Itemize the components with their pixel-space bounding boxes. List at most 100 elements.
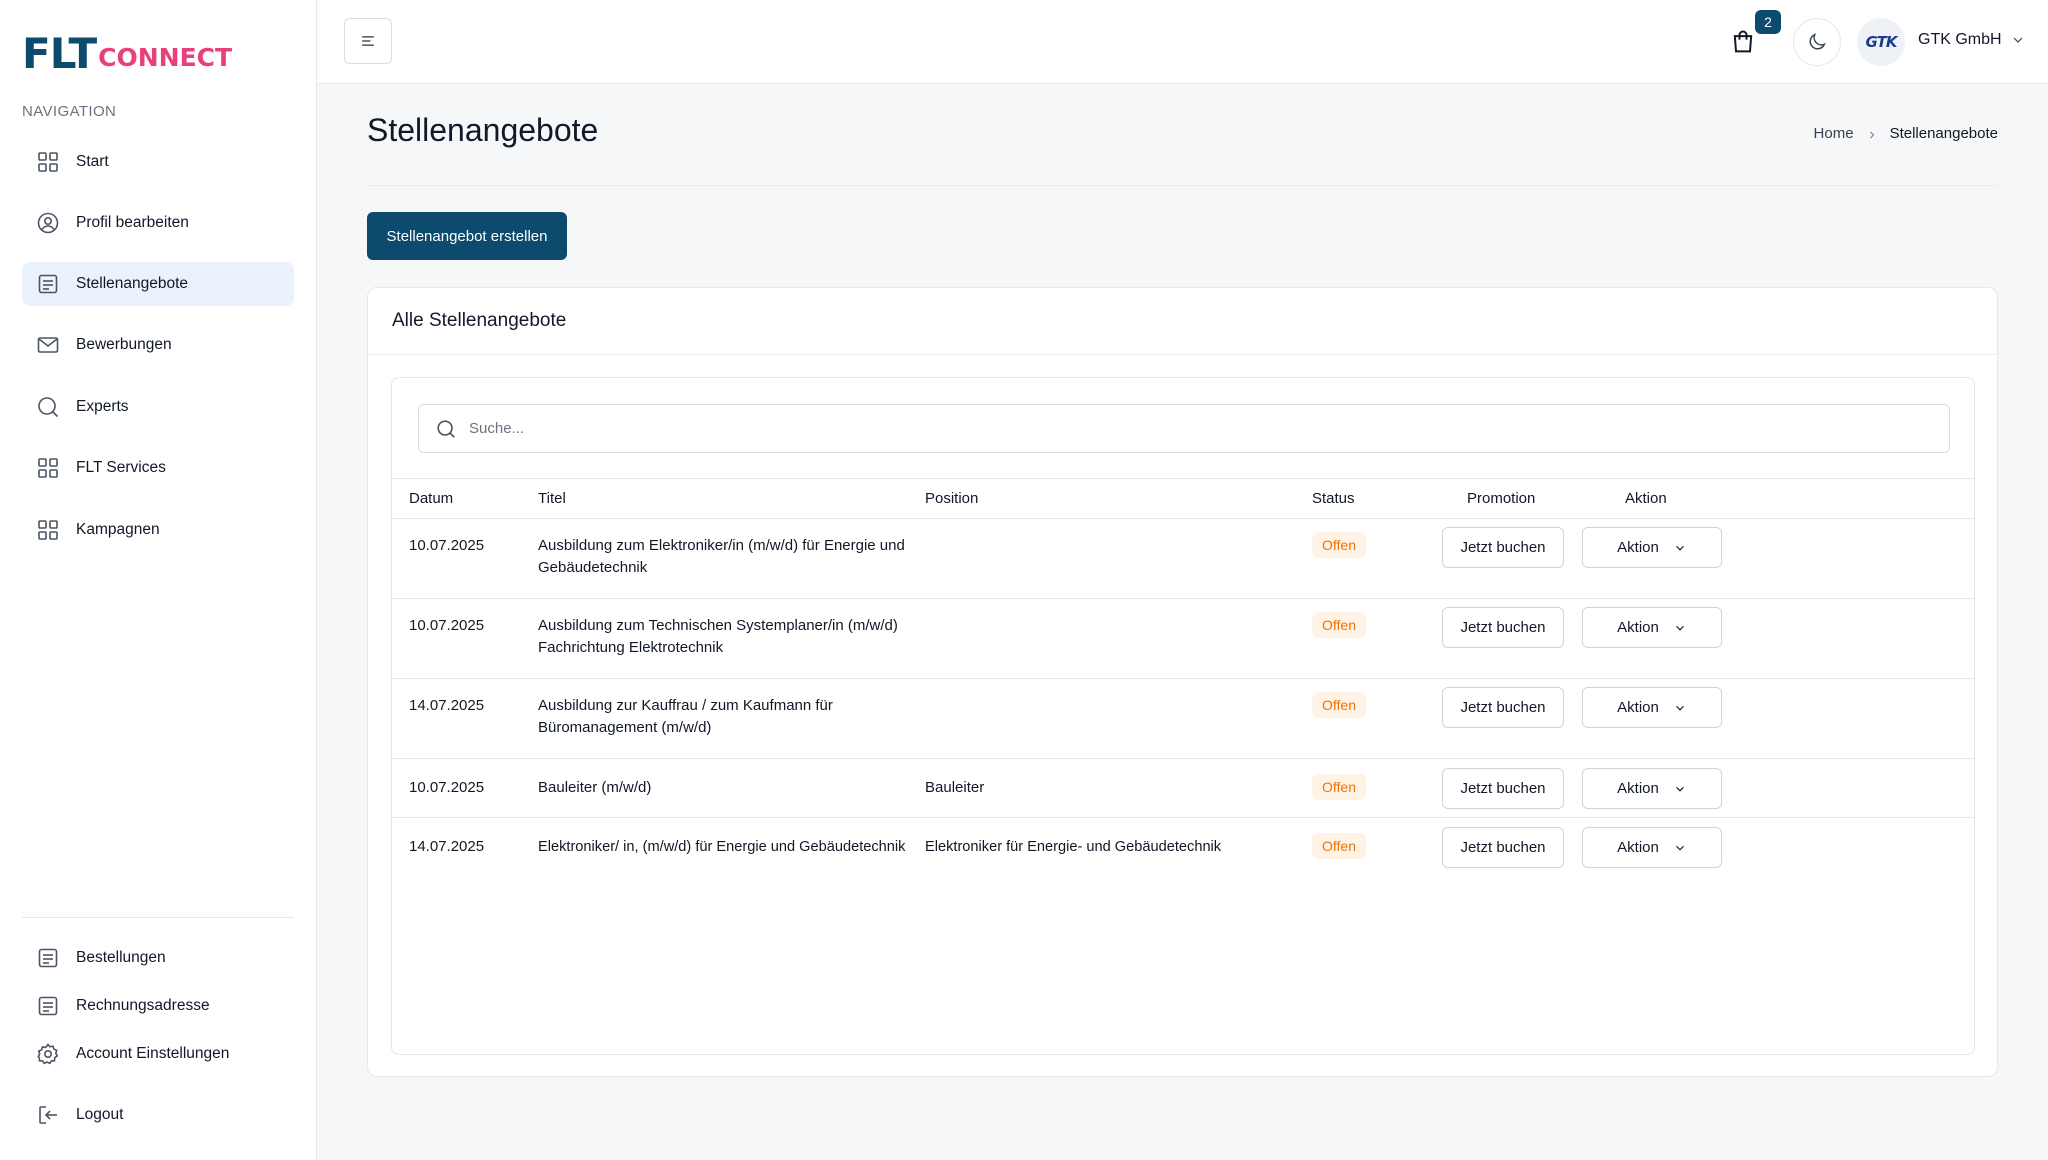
cart-count-badge: 2: [1755, 10, 1781, 34]
row-title[interactable]: Ausbildung zum Elektroniker/in (m/w/d) f…: [538, 535, 923, 579]
book-promotion-button[interactable]: Jetzt buchen: [1442, 687, 1564, 728]
status-badge: Offen: [1312, 532, 1366, 558]
sidebar-item-bewerbungen[interactable]: Bewerbungen: [22, 323, 294, 367]
chevron-down-icon: [1675, 845, 1684, 851]
breadcrumb-current: Stellenangebote: [1889, 125, 1998, 142]
sidebar-item-stellenangebote[interactable]: Stellenangebote: [22, 262, 294, 306]
row-date: 10.07.2025: [409, 617, 485, 634]
page-title: Stellenangebote: [367, 112, 599, 148]
column-header-position[interactable]: Position: [925, 490, 978, 507]
sidebar: FLT CONNECT NAVIGATION Start Profil bear…: [0, 0, 317, 1160]
sidebar-item-label: Bewerbungen: [76, 336, 172, 353]
action-dropdown-button[interactable]: Aktion: [1582, 687, 1722, 728]
chevron-down-icon: [1675, 545, 1684, 551]
status-badge: Offen: [1312, 612, 1366, 638]
table-row: 14.07.2025 Elektroniker/ in, (m/w/d) für…: [392, 818, 1974, 878]
row-title[interactable]: Ausbildung zum Technischen Systemplaner/…: [538, 615, 923, 659]
chevron-down-icon: [1675, 786, 1684, 792]
action-dropdown-button[interactable]: Aktion: [1582, 527, 1722, 568]
sidebar-item-profil[interactable]: Profil bearbeiten: [22, 201, 294, 245]
column-header-date[interactable]: Datum: [409, 490, 453, 507]
book-promotion-button[interactable]: Jetzt buchen: [1442, 768, 1564, 809]
status-badge: Offen: [1312, 774, 1366, 800]
search-input[interactable]: [469, 420, 1869, 437]
row-date: 10.07.2025: [409, 779, 485, 796]
avatar[interactable]: GTK: [1857, 18, 1905, 66]
company-logo-text: GTK: [1865, 33, 1898, 51]
action-label: Aktion: [1617, 619, 1659, 636]
sidebar-item-label: Stellenangebote: [76, 275, 189, 292]
chevron-right-icon: [1866, 128, 1878, 140]
grid-icon: [36, 150, 60, 174]
card-title: Alle Stellenangebote: [392, 310, 567, 331]
row-title[interactable]: Bauleiter (m/w/d): [538, 777, 923, 799]
theme-toggle-button[interactable]: [1793, 18, 1841, 66]
sidebar-item-rechnungsadresse[interactable]: Rechnungsadresse: [22, 984, 294, 1028]
company-menu[interactable]: GTK GmbH: [1918, 31, 2026, 49]
mail-icon: [36, 333, 60, 357]
create-job-offer-button[interactable]: Stellenangebot erstellen: [367, 212, 567, 260]
gear-icon: [36, 1042, 60, 1066]
sidebar-item-label: Experts: [76, 398, 129, 415]
search-icon: [437, 419, 455, 438]
row-position: Bauleiter: [925, 779, 985, 796]
sidebar-item-experts[interactable]: Experts: [22, 385, 294, 429]
logo-connect-text: CONNECT: [98, 43, 233, 72]
sidebar-item-label: Account Einstellungen: [76, 1045, 230, 1062]
action-dropdown-button[interactable]: Aktion: [1582, 827, 1722, 868]
action-dropdown-button[interactable]: Aktion: [1582, 607, 1722, 648]
search-box[interactable]: [418, 404, 1950, 453]
sidebar-item-bestellungen[interactable]: Bestellungen: [22, 936, 294, 980]
table-row: 14.07.2025 Ausbildung zur Kauffrau / zum…: [392, 679, 1974, 759]
book-promotion-button[interactable]: Jetzt buchen: [1442, 527, 1564, 568]
sidebar-item-label: Profil bearbeiten: [76, 214, 189, 231]
card-divider: [368, 354, 1997, 355]
menu-toggle-button[interactable]: [344, 18, 392, 64]
menu-icon: [362, 36, 374, 46]
row-date: 14.07.2025: [409, 697, 485, 714]
title-divider: [367, 185, 1998, 186]
book-promotion-button[interactable]: Jetzt buchen: [1442, 607, 1564, 648]
action-label: Aktion: [1617, 699, 1659, 716]
action-label: Aktion: [1617, 839, 1659, 856]
breadcrumb-home-link[interactable]: Home: [1814, 125, 1854, 142]
grid-icon: [36, 518, 60, 542]
row-date: 14.07.2025: [409, 838, 485, 855]
sidebar-item-label: Bestellungen: [76, 949, 166, 966]
column-header-title[interactable]: Titel: [538, 490, 566, 507]
chevron-down-icon: [1675, 705, 1684, 711]
company-name: GTK GmbH: [1918, 31, 2002, 48]
nav-heading: NAVIGATION: [22, 103, 117, 120]
column-header-action: Aktion: [1625, 490, 1667, 507]
chevron-down-icon: [1675, 625, 1684, 631]
breadcrumb: Home Stellenangebote: [1814, 125, 1998, 142]
sidebar-divider: [22, 917, 294, 918]
chevron-down-icon: [2013, 37, 2022, 43]
user-circle-icon: [36, 211, 60, 235]
sidebar-item-label: Logout: [76, 1106, 124, 1123]
sidebar-item-label: Kampagnen: [76, 521, 160, 538]
sidebar-item-label: FLT Services: [76, 459, 166, 476]
action-label: Aktion: [1617, 780, 1659, 797]
sidebar-item-flt-services[interactable]: FLT Services: [22, 446, 294, 490]
row-position: Elektroniker für Energie- und Gebäudetec…: [925, 839, 1222, 855]
sidebar-item-kampagnen[interactable]: Kampagnen: [22, 508, 294, 552]
action-dropdown-button[interactable]: Aktion: [1582, 768, 1722, 809]
sidebar-item-start[interactable]: Start: [22, 140, 294, 184]
row-title[interactable]: Ausbildung zur Kauffrau / zum Kaufmann f…: [538, 695, 868, 739]
shopping-bag-icon: [1733, 30, 1753, 53]
table-row: 10.07.2025 Ausbildung zum Technischen Sy…: [392, 599, 1974, 679]
flt-connect-logo[interactable]: FLT CONNECT: [22, 33, 233, 75]
sidebar-item-account-einstellungen[interactable]: Account Einstellungen: [22, 1032, 294, 1076]
row-title[interactable]: Elektroniker/ in, (m/w/d) für Energie un…: [538, 836, 928, 858]
column-header-promotion: Promotion: [1467, 490, 1536, 507]
status-badge: Offen: [1312, 833, 1366, 859]
column-header-status[interactable]: Status: [1312, 490, 1355, 507]
table-row: 10.07.2025 Bauleiter (m/w/d) Bauleiter O…: [392, 759, 1974, 818]
status-badge: Offen: [1312, 692, 1366, 718]
book-promotion-button[interactable]: Jetzt buchen: [1442, 827, 1564, 868]
logout-icon: [36, 1103, 60, 1127]
list-icon: [36, 272, 60, 296]
sidebar-item-logout[interactable]: Logout: [22, 1093, 294, 1137]
list-icon: [36, 994, 60, 1018]
